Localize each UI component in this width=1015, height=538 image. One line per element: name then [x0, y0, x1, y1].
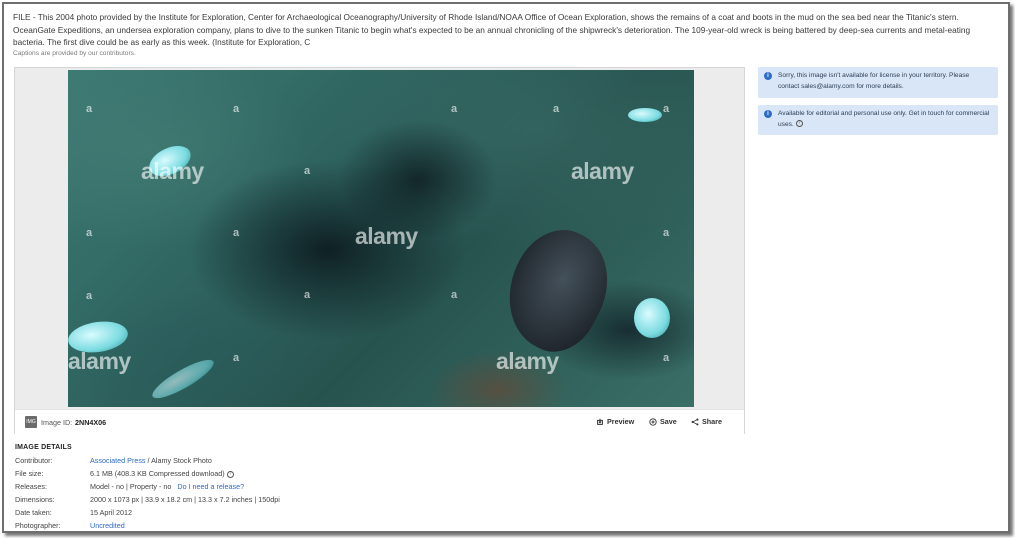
- watermark: a: [663, 227, 669, 239]
- watermark: a: [304, 289, 310, 301]
- dimensions-value: 2000 x 1073 px | 33.9 x 18.2 cm | 13.3 x…: [90, 495, 280, 504]
- watermark: alamy: [141, 158, 204, 184]
- photo-boot-shape: [487, 214, 628, 366]
- image-caption: FILE - This 2004 photo provided by the I…: [13, 12, 971, 47]
- watermark: a: [451, 289, 457, 301]
- detail-label: Date taken:: [15, 508, 52, 517]
- detail-value: Uncredited: [90, 520, 125, 531]
- caption-note: Captions are provided by our contributor…: [13, 50, 136, 57]
- preview-icon: [597, 418, 603, 425]
- help-icon[interactable]: ?: [226, 470, 234, 478]
- image-details-heading: IMAGE DETAILS: [15, 444, 72, 451]
- detail-value: 6.1 MB (408.3 KB Compressed download) ?: [90, 468, 234, 479]
- image-id-label: Image ID:: [41, 418, 73, 427]
- info-icon: i: [764, 110, 772, 118]
- watermark: a: [451, 103, 457, 115]
- watermark: a: [233, 352, 239, 364]
- watermark: a: [86, 103, 92, 115]
- release-help-link[interactable]: Do I need a release?: [177, 482, 244, 491]
- share-button[interactable]: Share: [691, 417, 722, 426]
- contributor-link[interactable]: Associated Press: [90, 456, 146, 465]
- date-taken-value: 15 April 2012: [90, 508, 132, 517]
- watermark: a: [663, 352, 669, 364]
- watermark: alamy: [355, 223, 418, 249]
- watermark: a: [663, 103, 669, 115]
- save-button[interactable]: Save: [649, 417, 677, 426]
- usage-notice: i Available for editorial and personal u…: [758, 105, 998, 135]
- detail-value: Associated Press / Alamy Stock Photo: [90, 455, 212, 466]
- image-viewer: alamy alamy alamy alamy alamy a a a a a …: [14, 67, 745, 434]
- watermark: a: [553, 103, 559, 115]
- detail-label: Photographer:: [15, 521, 61, 530]
- photographer-link[interactable]: Uncredited: [90, 521, 125, 530]
- stock-photo[interactable]: alamy alamy alamy alamy alamy a a a a a …: [68, 70, 694, 407]
- image-icon: IMG: [25, 416, 37, 428]
- detail-label: Releases:: [15, 482, 47, 491]
- share-icon: [691, 418, 699, 425]
- preview-button[interactable]: Preview: [596, 417, 634, 426]
- plus-circle-icon: [649, 417, 657, 426]
- watermark: a: [233, 103, 239, 115]
- license-notice: i Sorry, this image isn't available for …: [758, 67, 998, 98]
- contributor-agency: / Alamy Stock Photo: [145, 456, 212, 465]
- detail-value: Model - no | Property - no Do I need a r…: [90, 481, 244, 492]
- info-icon: i: [764, 72, 772, 80]
- photo-plate-shape: [628, 108, 662, 122]
- watermark: a: [86, 227, 92, 239]
- watermark: a: [86, 290, 92, 302]
- detail-label: Dimensions:: [15, 495, 55, 504]
- photo-plate-shape: [148, 353, 218, 405]
- license-notice-text: Sorry, this image isn't available for li…: [778, 72, 970, 90]
- preview-label: Preview: [607, 417, 635, 426]
- detail-label: Contributor:: [15, 456, 53, 465]
- help-icon[interactable]: ?: [795, 120, 803, 128]
- watermark: alamy: [571, 158, 634, 184]
- page-frame: FILE - This 2004 photo provided by the I…: [2, 2, 1010, 533]
- watermark: alamy: [496, 348, 559, 374]
- share-label: Share: [702, 417, 722, 426]
- detail-label: File size:: [15, 469, 44, 478]
- save-label: Save: [660, 417, 677, 426]
- releases-value: Model - no | Property - no: [90, 482, 172, 491]
- image-toolbar: IMG Image ID: 2NN4X06 Preview Save Share: [15, 409, 744, 434]
- watermark: alamy: [68, 348, 131, 374]
- photo-plate-shape: [634, 298, 670, 338]
- usage-notice-text: Available for editorial and personal use…: [778, 110, 990, 128]
- watermark: a: [233, 227, 239, 239]
- image-id-value: 2NN4X06: [75, 418, 107, 427]
- file-size-value: 6.1 MB (408.3 KB Compressed download): [90, 469, 225, 478]
- watermark: a: [304, 165, 310, 177]
